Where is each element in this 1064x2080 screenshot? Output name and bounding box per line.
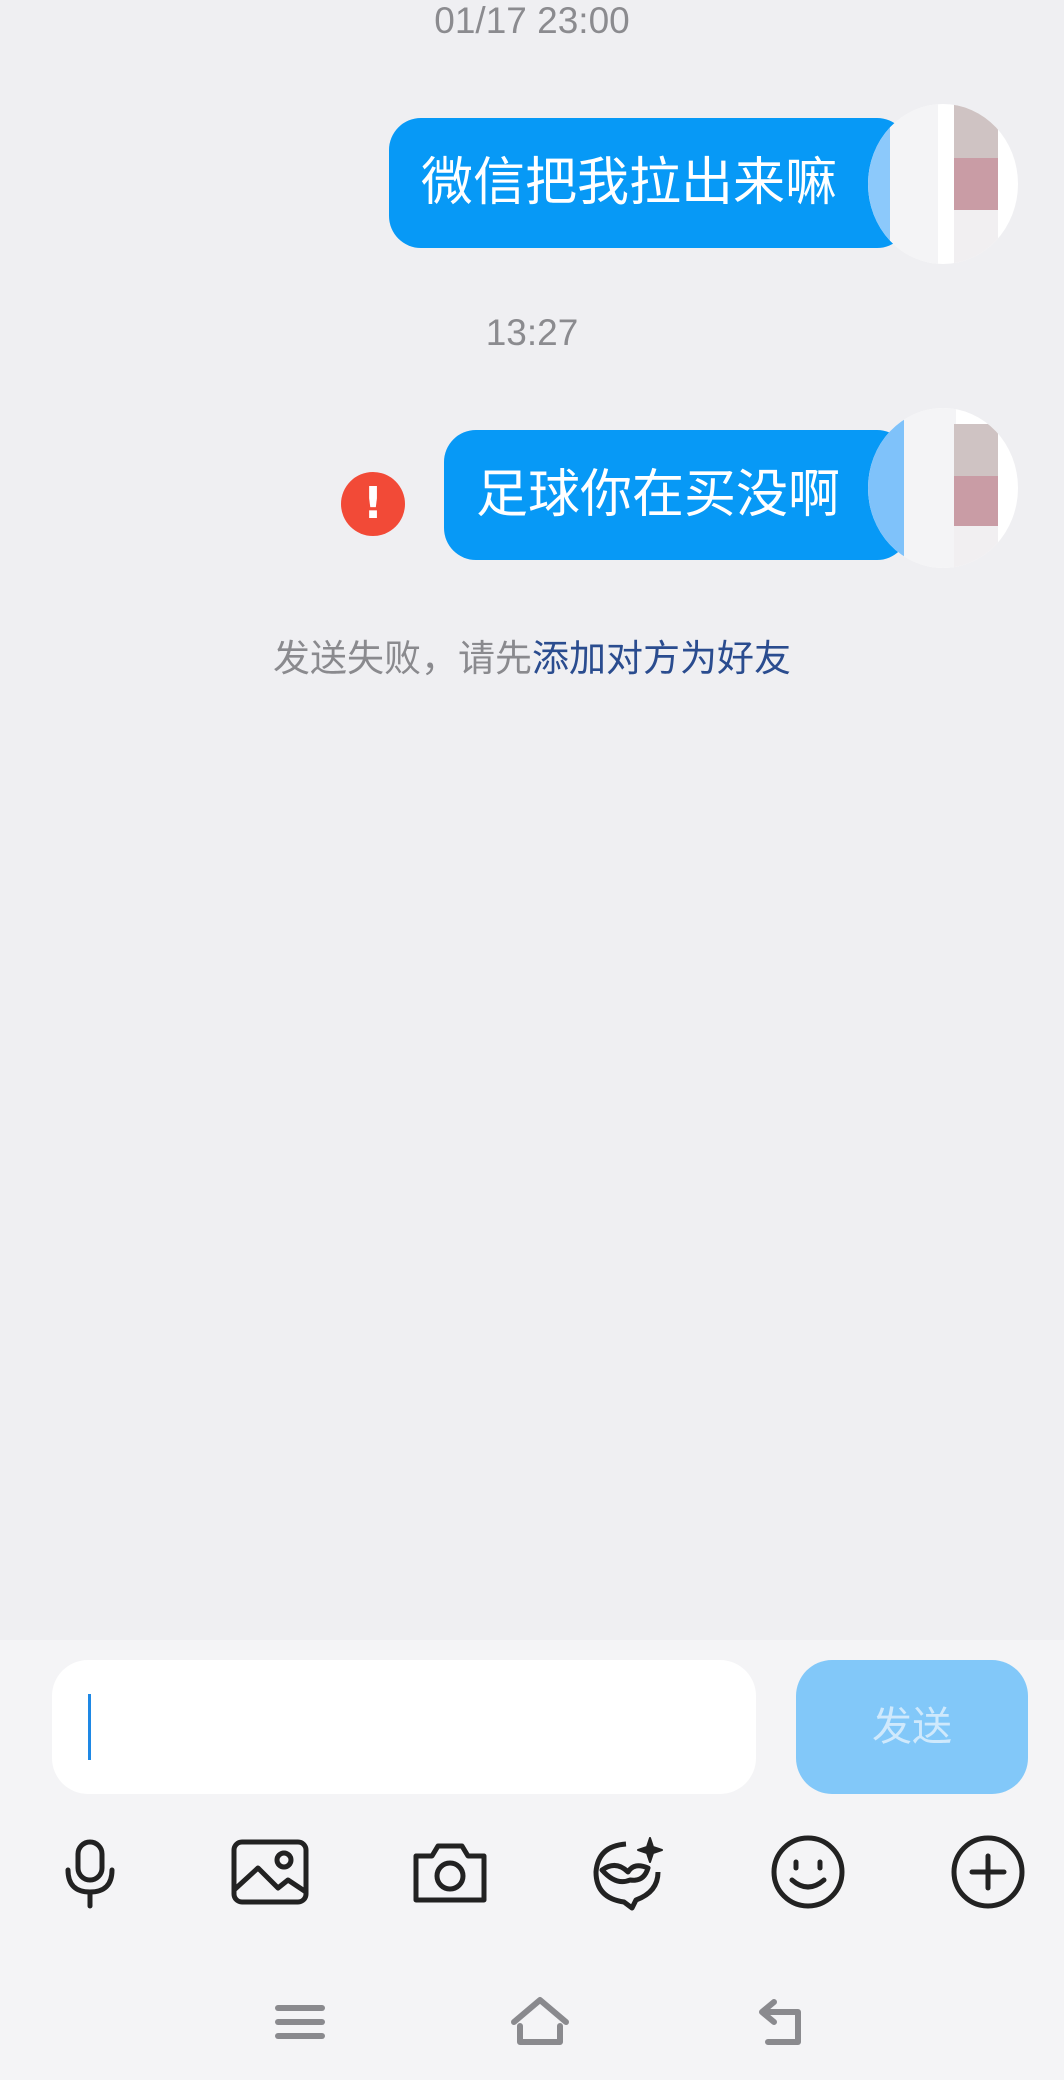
back-icon[interactable] <box>748 1990 812 2054</box>
avatar[interactable] <box>868 408 1018 568</box>
message-bubble[interactable]: 足球你在买没啊 <box>444 430 909 560</box>
avatar[interactable] <box>868 104 1018 264</box>
microphone-icon[interactable] <box>48 1830 132 1914</box>
add-friend-link[interactable]: 添加对方为好友 <box>532 637 791 680</box>
send-failed-icon[interactable]: ! <box>341 472 405 536</box>
image-icon[interactable] <box>228 1830 312 1914</box>
sticker-icon[interactable] <box>586 1830 670 1914</box>
text-caret <box>88 1694 91 1760</box>
send-failed-notice: 发送失败，请先添加对方为好友 <box>0 628 1064 682</box>
chat-area: 01/17 23:00 微信把我拉出来嘛 13:27 ! 足球你在买没啊 发送失… <box>0 0 1064 1640</box>
emoji-icon[interactable] <box>766 1830 850 1914</box>
menu-icon[interactable] <box>268 1990 332 2054</box>
camera-icon[interactable] <box>408 1830 492 1914</box>
plus-icon[interactable] <box>946 1830 1030 1914</box>
message-timestamp: 01/17 23:00 <box>434 0 630 41</box>
message-timestamp: 13:27 <box>485 312 579 353</box>
home-icon[interactable] <box>508 1990 572 2054</box>
message-input[interactable] <box>52 1660 756 1794</box>
message-bubble[interactable]: 微信把我拉出来嘛 <box>389 118 909 248</box>
notice-text: 发送失败，请先 <box>273 637 532 680</box>
send-button[interactable]: 发送 <box>796 1660 1028 1794</box>
